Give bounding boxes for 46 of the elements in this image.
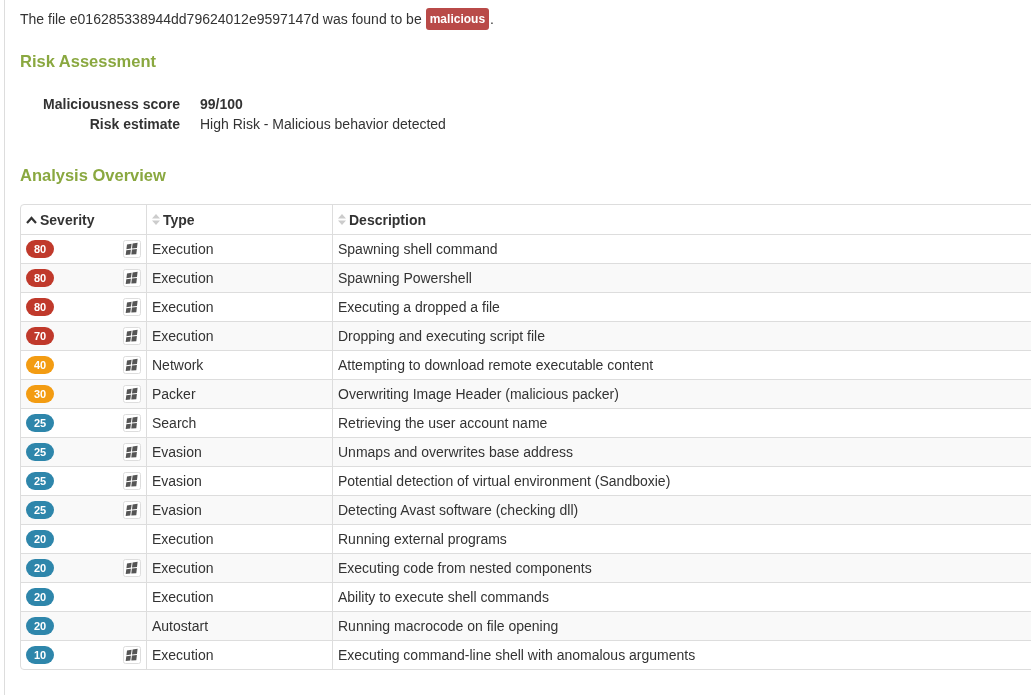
severity-badge: 80 xyxy=(26,269,55,287)
period-text: . xyxy=(490,10,494,29)
sort-icon[interactable] xyxy=(338,214,346,225)
severity-badge: 20 xyxy=(26,559,55,577)
table-cell: Overwriting Image Header (malicious packer) xyxy=(332,379,1031,408)
severity-badge: 25 xyxy=(26,501,55,519)
severity-badge: 70 xyxy=(26,327,55,345)
severity-badge: 10 xyxy=(26,646,55,664)
table-cell: Evasion xyxy=(146,495,332,524)
table-cell: Detecting Avast software (checking dll) xyxy=(332,495,1031,524)
sort-ascending-icon[interactable] xyxy=(26,215,37,224)
column-header[interactable]: Description xyxy=(332,205,1031,234)
table-cell: Spawning Powershell xyxy=(332,263,1031,292)
severity-badge: 20 xyxy=(26,588,55,606)
sort-icon[interactable] xyxy=(152,214,160,225)
section-heading: Risk Assessment xyxy=(20,51,158,72)
table-cell: Execution xyxy=(146,263,332,292)
severity-badge: 40 xyxy=(26,356,55,374)
table-cell: Packer xyxy=(146,379,332,408)
table-cell: Autostart xyxy=(146,611,332,640)
table-cell: Unmaps and overwrites base address xyxy=(332,437,1031,466)
field-value: 99/100 xyxy=(200,95,244,114)
malicious-badge: malicious xyxy=(425,8,490,30)
table-cell: Executing code from nested components xyxy=(332,553,1031,582)
severity-badge: 20 xyxy=(26,617,55,635)
severity-badge: 25 xyxy=(26,414,55,432)
severity-badge: 20 xyxy=(26,530,55,548)
field-value: High Risk - Malicious behavior detected xyxy=(200,115,447,134)
table-cell: Running macrocode on file opening xyxy=(332,611,1031,640)
table-cell: Evasion xyxy=(146,437,332,466)
severity-badge: 80 xyxy=(26,298,55,316)
severity-badge: 30 xyxy=(26,385,55,403)
column-header[interactable]: Severity xyxy=(21,205,146,234)
severity-badge: 25 xyxy=(26,472,55,490)
table-cell: Execution xyxy=(146,321,332,350)
field-label: Risk estimate xyxy=(88,115,180,134)
table-cell: Executing command-line shell with anomalous arguments xyxy=(332,640,1031,669)
severity-badge: 25 xyxy=(26,443,55,461)
field-label: Maliciousness score xyxy=(42,95,180,114)
verdict-text: The file e016285338944dd79624012e9597147d was found to be xyxy=(20,10,422,29)
table-cell: Execution xyxy=(146,553,332,582)
severity-badge: 80 xyxy=(26,240,55,258)
table-cell: Execution xyxy=(146,640,332,669)
column-header[interactable]: Type xyxy=(146,205,332,234)
table-cell: Dropping and executing script file xyxy=(332,321,1031,350)
section-heading: Analysis Overview xyxy=(20,165,167,186)
